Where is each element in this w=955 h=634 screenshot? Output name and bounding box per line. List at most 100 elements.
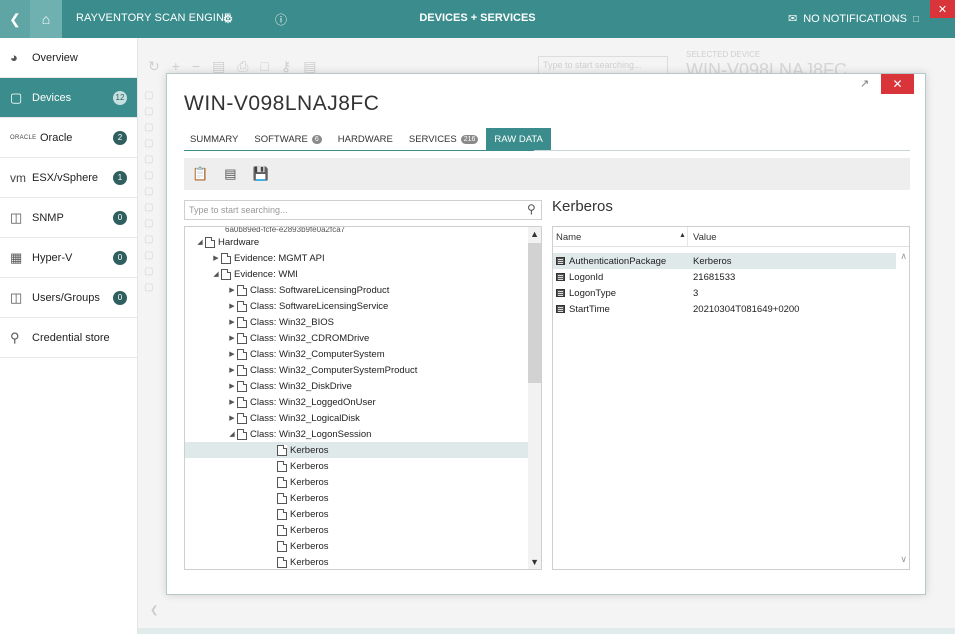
tree-node-label: Evidence: MGMT API — [234, 252, 325, 264]
document-icon — [277, 476, 287, 488]
expanded-arrow-icon[interactable]: ◢ — [227, 430, 237, 438]
close-dialog-button[interactable]: ✕ — [881, 74, 914, 94]
expanded-arrow-icon[interactable]: ◢ — [211, 270, 221, 278]
oracle-logo: ORACLE — [10, 134, 37, 141]
close-window-button[interactable]: ✕ — [930, 0, 955, 18]
grid-row[interactable]: StartTime 20210304T081649+0200 — [553, 301, 897, 317]
tree-scroll-thumb[interactable] — [528, 243, 541, 383]
tree-node[interactable]: ◢ Class: Win32_LogonSession — [185, 426, 530, 442]
sidebar-item-users-groups[interactable]: ◫ Users/Groups 0 — [0, 278, 137, 318]
collapsed-arrow-icon[interactable]: ▶ — [227, 350, 237, 358]
tree-node[interactable]: Kerberos — [185, 490, 530, 506]
collapsed-arrow-icon[interactable]: ▶ — [227, 334, 237, 342]
tree-node[interactable]: ▶ Class: SoftwareLicensingService — [185, 298, 530, 314]
document-icon — [237, 300, 247, 312]
sidebar-item-oracle[interactable]: ORACLE Oracle 2 — [0, 118, 137, 158]
raw-data-tree: 6a0b89ed-fcfe-e2893b9fe0a2fca7 ◢ Hardware… — [184, 226, 542, 570]
sidebar-item-label: Hyper-V — [32, 251, 73, 264]
sidebar-item-esx[interactable]: vm ESX/vSphere 1 — [0, 158, 137, 198]
background-search-input[interactable]: Type to start searching... — [538, 56, 668, 74]
tab-software[interactable]: SOFTWARE 6 — [246, 128, 329, 150]
grid-row[interactable]: LogonType 3 — [553, 285, 897, 301]
users-icon: ◫ — [10, 289, 23, 305]
background-horizontal-scrollbar[interactable]: ❮ — [150, 605, 670, 617]
sidebar-item-hyperv[interactable]: ▦ Hyper-V 0 — [0, 238, 137, 278]
scroll-down-icon[interactable]: ▼ — [530, 557, 539, 567]
scroll-up-icon[interactable]: ▲ — [530, 229, 539, 239]
tree-scrollbar[interactable]: ▲ ▼ — [528, 227, 541, 569]
property-icon — [556, 305, 565, 313]
tab-services[interactable]: SERVICES 216 — [401, 128, 487, 150]
scroll-down-icon[interactable]: ∨ — [900, 554, 907, 565]
tree-node-label: Class: Win32_CDROMDrive — [250, 332, 370, 344]
info-button[interactable]: ⓘ — [268, 0, 294, 38]
dialog-tabs: SUMMARY SOFTWARE 6 HARDWARE SERVICES 216 R… — [184, 128, 551, 150]
tree-node[interactable]: ▶ Evidence: MGMT API — [185, 250, 530, 266]
column-header-name[interactable]: Name — [556, 232, 581, 243]
tree-node[interactable]: Kerberos — [185, 538, 530, 554]
grid-row[interactable]: AuthenticationPackage Kerberos — [553, 253, 897, 269]
collapsed-arrow-icon[interactable]: ▶ — [227, 286, 237, 294]
document-icon — [237, 364, 247, 376]
tree-node[interactable]: Kerberos — [185, 506, 530, 522]
scroll-up-icon[interactable]: ∧ — [900, 251, 907, 262]
back-button[interactable]: ❮ — [0, 0, 30, 38]
document-icon — [237, 428, 247, 440]
sidebar-item-credential-store[interactable]: ⚲ Credential store — [0, 318, 137, 358]
close-icon: ✕ — [937, 3, 948, 16]
tree-node[interactable]: Kerberos — [185, 474, 530, 490]
xml-icon[interactable]: ▤ — [224, 166, 236, 182]
tree-search-input[interactable]: Type to start searching... — [184, 200, 542, 220]
property-name: AuthenticationPackage — [569, 256, 667, 267]
tree-node[interactable]: Kerberos — [185, 522, 530, 538]
grid-scrollbar[interactable]: ∧ ∨ — [896, 247, 909, 569]
collapsed-arrow-icon[interactable]: ▶ — [227, 414, 237, 422]
dialog-title: WIN-V098LNAJ8FC — [184, 92, 380, 115]
property-icon — [556, 289, 565, 297]
settings-button[interactable]: ⚙ — [215, 0, 241, 38]
expanded-arrow-icon[interactable]: ◢ — [195, 238, 205, 246]
tree-node[interactable]: ▶ Class: Win32_LogicalDisk — [185, 410, 530, 426]
sidebar-item-snmp[interactable]: ◫ SNMP 0 — [0, 198, 137, 238]
tree-node[interactable]: ▶ Class: Win32_BIOS — [185, 314, 530, 330]
document-icon — [277, 508, 287, 520]
save-icon[interactable]: 💾 — [252, 166, 268, 182]
property-name: LogonType — [569, 288, 617, 299]
tree-node-label: Class: Win32_LogicalDisk — [250, 412, 360, 424]
tab-raw-data[interactable]: RAW DATA — [486, 128, 551, 150]
collapsed-arrow-icon[interactable]: ▶ — [227, 318, 237, 326]
tree-node[interactable]: ▶ Class: SoftwareLicensingProduct — [185, 282, 530, 298]
home-button[interactable]: ⌂ — [30, 0, 62, 38]
tree-node[interactable]: ▶ Class: Win32_ComputerSystemProduct — [185, 362, 530, 378]
tree-node[interactable]: ▶ Class: Win32_DiskDrive — [185, 378, 530, 394]
tree-node[interactable]: ▶ Class: Win32_CDROMDrive — [185, 330, 530, 346]
collapsed-arrow-icon[interactable]: ▶ — [227, 302, 237, 310]
tree-node[interactable]: Kerberos — [185, 442, 530, 458]
device-details-dialog: ↗ ✕ WIN-V098LNAJ8FC SUMMARY SOFTWARE 6 HA… — [166, 73, 926, 595]
tree-node[interactable]: ◢ Evidence: WMI — [185, 266, 530, 282]
clipboard-icon[interactable]: 📋 — [192, 166, 208, 182]
maximize-button[interactable]: □ — [905, 0, 927, 38]
sidebar-item-devices[interactable]: ▢ Devices 12 — [0, 78, 137, 118]
tree-node[interactable]: ▶ Class: Win32_LoggedOnUser — [185, 394, 530, 410]
sidebar: ◕ Overview ▢ Devices 12 ORACLE Oracle 2 … — [0, 38, 138, 634]
grid-row[interactable]: LogonId 21681533 — [553, 269, 897, 285]
tree-node[interactable]: ▶ Class: Win32_ComputerSystem — [185, 346, 530, 362]
tree-node[interactable]: ◢ Hardware — [185, 234, 530, 250]
sidebar-item-label: Credential store — [32, 331, 110, 344]
collapsed-arrow-icon[interactable]: ▶ — [227, 398, 237, 406]
column-separator[interactable] — [687, 227, 688, 247]
sidebar-item-overview[interactable]: ◕ Overview — [0, 38, 137, 78]
tree-node-label: Kerberos — [290, 508, 329, 520]
collapsed-arrow-icon[interactable]: ▶ — [227, 382, 237, 390]
expand-icon[interactable]: ↗ — [860, 77, 869, 90]
collapsed-arrow-icon[interactable]: ▶ — [227, 366, 237, 374]
tree-node[interactable]: Kerberos — [185, 554, 530, 569]
tab-hardware[interactable]: HARDWARE — [330, 128, 401, 150]
minimize-button[interactable]: – — [885, 0, 907, 38]
column-header-value[interactable]: Value — [693, 232, 717, 243]
tree-node[interactable]: Kerberos — [185, 458, 530, 474]
tab-summary[interactable]: SUMMARY — [184, 128, 246, 150]
mail-icon: ✉ — [788, 13, 798, 25]
collapsed-arrow-icon[interactable]: ▶ — [211, 254, 221, 262]
